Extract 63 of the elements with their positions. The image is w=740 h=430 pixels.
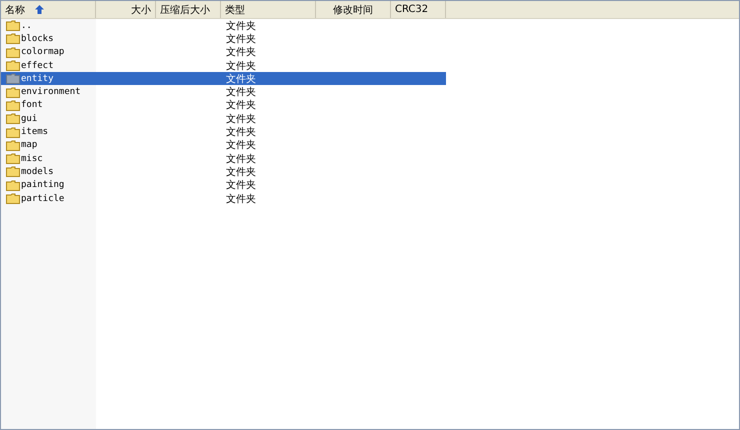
column-header[interactable]: CRC32 <box>391 1 446 18</box>
file-type: 文件夹 <box>225 126 256 140</box>
file-row[interactable]: particle 文件夹 <box>1 192 446 206</box>
file-type: 文件夹 <box>225 86 256 100</box>
folder-icon <box>6 180 20 191</box>
file-type: 文件夹 <box>225 166 256 179</box>
file-name: particle <box>21 194 64 204</box>
file-name: misc <box>21 154 43 164</box>
file-name: gui <box>21 114 38 124</box>
folder-icon <box>6 46 20 58</box>
file-row[interactable]: misc 文件夹 <box>1 152 446 166</box>
sort-arrow-icon <box>35 5 44 14</box>
file-row[interactable]: entity 文件夹 <box>1 72 446 86</box>
file-name: painting <box>21 180 64 190</box>
file-row[interactable]: font 文件夹 <box>1 98 446 112</box>
folder-icon <box>6 73 20 84</box>
column-header[interactable]: 类型 <box>221 1 316 18</box>
file-name: map <box>21 140 38 150</box>
folder-icon <box>6 100 20 111</box>
file-row[interactable]: painting 文件夹 <box>1 178 446 192</box>
folder-icon <box>6 140 20 151</box>
file-name: entity <box>21 74 54 84</box>
column-header[interactable]: 修改时间 <box>316 1 391 18</box>
folder-icon <box>6 113 20 124</box>
file-name: font <box>21 100 43 110</box>
column-header[interactable]: 名称 <box>1 1 96 18</box>
file-type: 文件夹 <box>225 46 256 60</box>
column-header[interactable]: 压缩后大小 <box>156 1 221 18</box>
file-type: 文件夹 <box>225 138 256 152</box>
file-type: 文件夹 <box>225 20 256 33</box>
file-row[interactable]: blocks 文件夹 <box>1 32 446 46</box>
file-row[interactable]: map 文件夹 <box>1 138 446 152</box>
file-row[interactable]: environment 文件夹 <box>1 85 446 99</box>
folder-icon <box>6 193 20 204</box>
folder-icon <box>6 60 20 72</box>
file-name: blocks <box>21 34 54 44</box>
file-name: models <box>21 166 54 177</box>
file-name: environment <box>21 87 81 98</box>
file-name: .. <box>21 20 32 31</box>
file-row[interactable]: .. 文件夹 <box>1 19 446 32</box>
folder-icon <box>6 20 20 32</box>
file-name: effect <box>21 60 54 71</box>
file-type: 文件夹 <box>225 98 256 112</box>
folder-icon <box>6 33 20 44</box>
file-type: 文件夹 <box>225 32 256 46</box>
file-row[interactable]: gui 文件夹 <box>1 112 446 126</box>
file-row[interactable]: models 文件夹 <box>1 165 446 179</box>
folder-icon <box>6 166 20 178</box>
file-type: 文件夹 <box>225 112 256 126</box>
file-type: 文件夹 <box>225 178 256 192</box>
file-name: items <box>21 127 48 138</box>
folder-icon <box>6 126 20 138</box>
file-type: 文件夹 <box>225 60 256 73</box>
file-row[interactable]: effect 文件夹 <box>1 58 446 72</box>
file-type: 文件夹 <box>225 152 256 166</box>
file-name: colormap <box>21 47 64 58</box>
folder-icon <box>6 86 20 98</box>
file-row[interactable]: colormap 文件夹 <box>1 46 446 59</box>
file-type: 文件夹 <box>225 192 256 206</box>
file-type: 文件夹 <box>225 72 256 86</box>
file-row[interactable]: items 文件夹 <box>1 125 446 139</box>
folder-icon <box>6 153 20 164</box>
column-header[interactable]: 大小 <box>96 1 156 18</box>
